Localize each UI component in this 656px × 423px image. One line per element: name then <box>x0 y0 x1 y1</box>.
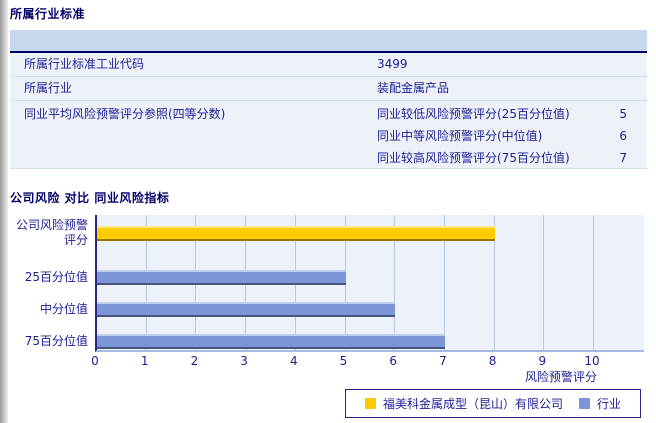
tick-label: 8 <box>488 354 497 368</box>
legend-item: 福美科金属成型（昆山）有限公司 <box>364 395 563 412</box>
legend-label: 行业 <box>597 397 622 411</box>
category-label: 25百分位值 <box>24 270 88 284</box>
table-row-industry: 所属行业 装配金属产品 <box>10 77 647 101</box>
tick-label: 2 <box>190 354 199 368</box>
category-label: 75百分位值 <box>24 334 88 348</box>
subrow-median: 同业中等风险预警评分(中位值) 6 <box>377 125 647 147</box>
table-row-peer-scores: 同业平均风险预警评分参照(四等分数) 同业较低风险预警评分(25百分位值) 5 … <box>10 101 647 169</box>
tick-label: 1 <box>140 354 149 368</box>
chart-category-labels: 公司风险预警评分 25百分位值中分位值 75百分位值 <box>8 215 88 352</box>
chart-plot <box>95 215 644 352</box>
peer-score-subrows: 同业较低风险预警评分(25百分位值) 5 同业中等风险预警评分(中位值) 6 同… <box>377 103 647 169</box>
x-axis-ticks: 0 1 2 3 4 5 6 7 8 9 10 <box>0 354 656 368</box>
bar <box>97 302 396 317</box>
tick-label: 5 <box>339 354 348 368</box>
report-page: 所属行业标准 所属行业标准工业代码 3499 所属行业 装配金属产品 同业平均风… <box>0 0 656 423</box>
table-row-sic-code: 所属行业标准工业代码 3499 <box>10 53 647 77</box>
legend-label: 福美科金属成型（昆山）有限公司 <box>382 397 563 411</box>
x-axis-label: 风险预警评分 <box>524 370 597 384</box>
chart-legend: 福美科金属成型（昆山）有限公司 行业 <box>345 389 641 418</box>
subrow-value: 5 <box>619 107 627 121</box>
tick-label: 9 <box>538 354 547 368</box>
row-value: 3499 <box>377 57 408 71</box>
gridline <box>543 215 545 350</box>
tick-label: 0 <box>91 354 99 368</box>
tick-label: 3 <box>240 354 248 368</box>
row-value: 装配金属产品 <box>377 81 450 95</box>
tick-label: 7 <box>439 354 447 368</box>
category-label: 中分位值 <box>39 302 88 316</box>
risk-comparison-chart: 公司风险预警评分 25百分位值中分位值 75百分位值 0 1 2 3 4 5 6 7 8 9 10 风险… <box>0 215 656 385</box>
subrow-value: 7 <box>619 151 627 165</box>
legend-swatch <box>579 398 590 409</box>
bar <box>97 334 445 349</box>
section-title-industry-standard: 所属行业标准 <box>10 7 86 21</box>
subrow-25th: 同业较低风险预警评分(25百分位值) 5 <box>377 103 647 125</box>
legend-swatch <box>364 398 376 409</box>
subrow-label: 同业中等风险预警评分(中位值) <box>377 129 543 143</box>
tick-label: 10 <box>584 354 600 368</box>
tick-label: 4 <box>289 354 298 368</box>
gridline <box>593 215 594 350</box>
bar <box>97 270 346 285</box>
industry-standard-table: 所属行业标准工业代码 3499 所属行业 装配金属产品 同业平均风险预警评分参照… <box>10 30 647 169</box>
subrow-label: 同业较高风险预警评分(75百分位值) <box>377 151 570 165</box>
category-label: 公司风险预警评分 <box>15 218 88 247</box>
subrow-75th: 同业较高风险预警评分(75百分位值) 7 <box>377 147 647 169</box>
section-title-risk-comparison: 公司风险 对比 同业风险指标 <box>10 191 170 205</box>
bar <box>97 226 495 241</box>
subrow-value: 6 <box>619 129 627 143</box>
row-label: 同业平均风险预警评分参照(四等分数) <box>24 107 226 121</box>
row-label: 所属行业标准工业代码 <box>24 57 145 71</box>
row-label: 所属行业 <box>24 81 73 95</box>
table-header-band <box>10 30 647 53</box>
legend-item: 行业 <box>579 395 621 412</box>
subrow-label: 同业较低风险预警评分(25百分位值) <box>377 107 570 121</box>
tick-label: 6 <box>389 354 398 368</box>
